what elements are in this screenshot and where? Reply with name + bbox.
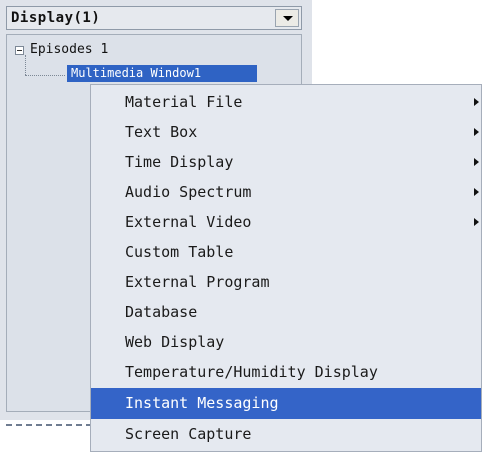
display-dropdown-value: Display(1) xyxy=(11,10,101,26)
menu-item-database[interactable]: Database xyxy=(91,297,481,328)
menu-item-label: Custom Table xyxy=(125,243,234,261)
menu-item-text-box[interactable]: Text Box xyxy=(91,117,481,148)
menu-item-time-display[interactable]: Time Display xyxy=(91,147,481,178)
menu-item-screen-capture[interactable]: Screen Capture xyxy=(91,419,481,450)
menu-item-external-video[interactable]: External Video xyxy=(91,207,481,238)
menu-item-label: Database xyxy=(125,303,198,321)
context-menu: Material File Text Box Time Display Audi… xyxy=(90,84,482,452)
menu-item-label: Instant Messaging xyxy=(125,394,279,412)
menu-item-instant-messaging[interactable]: Instant Messaging xyxy=(91,388,481,419)
menu-item-label: Time Display xyxy=(125,153,234,171)
menu-item-label: Text Box xyxy=(125,123,198,141)
tree-connector xyxy=(25,75,65,76)
submenu-arrow-icon xyxy=(474,188,479,196)
menu-item-custom-table[interactable]: Custom Table xyxy=(91,237,481,268)
collapse-icon[interactable] xyxy=(15,46,24,55)
menu-item-label: External Program xyxy=(125,273,270,291)
menu-item-material-file[interactable]: Material File xyxy=(91,87,481,118)
menu-item-label: Audio Spectrum xyxy=(125,183,252,201)
menu-item-label: Material File xyxy=(125,93,243,111)
submenu-arrow-icon xyxy=(474,218,479,226)
menu-item-web-display[interactable]: Web Display xyxy=(91,327,481,358)
display-dropdown[interactable]: Display(1) xyxy=(6,6,302,30)
menu-item-external-program[interactable]: External Program xyxy=(91,267,481,298)
submenu-arrow-icon xyxy=(474,98,479,106)
tree-node-episode[interactable]: Episodes 1 xyxy=(30,42,108,57)
tree-connector xyxy=(25,55,26,75)
menu-item-label: Web Display xyxy=(125,333,225,351)
submenu-arrow-icon xyxy=(474,158,479,166)
menu-item-temperature-humidity-display[interactable]: Temperature/Humidity Display xyxy=(91,357,481,388)
dashed-divider xyxy=(6,424,92,426)
chevron-down-icon[interactable] xyxy=(275,9,299,27)
menu-item-label: Temperature/Humidity Display xyxy=(125,363,378,381)
submenu-arrow-icon xyxy=(474,128,479,136)
menu-item-label: Screen Capture xyxy=(125,425,252,443)
menu-item-label: External Video xyxy=(125,213,252,231)
menu-item-audio-spectrum[interactable]: Audio Spectrum xyxy=(91,177,481,208)
tree-node-multimedia-window[interactable]: Multimedia Window1 xyxy=(67,65,257,82)
